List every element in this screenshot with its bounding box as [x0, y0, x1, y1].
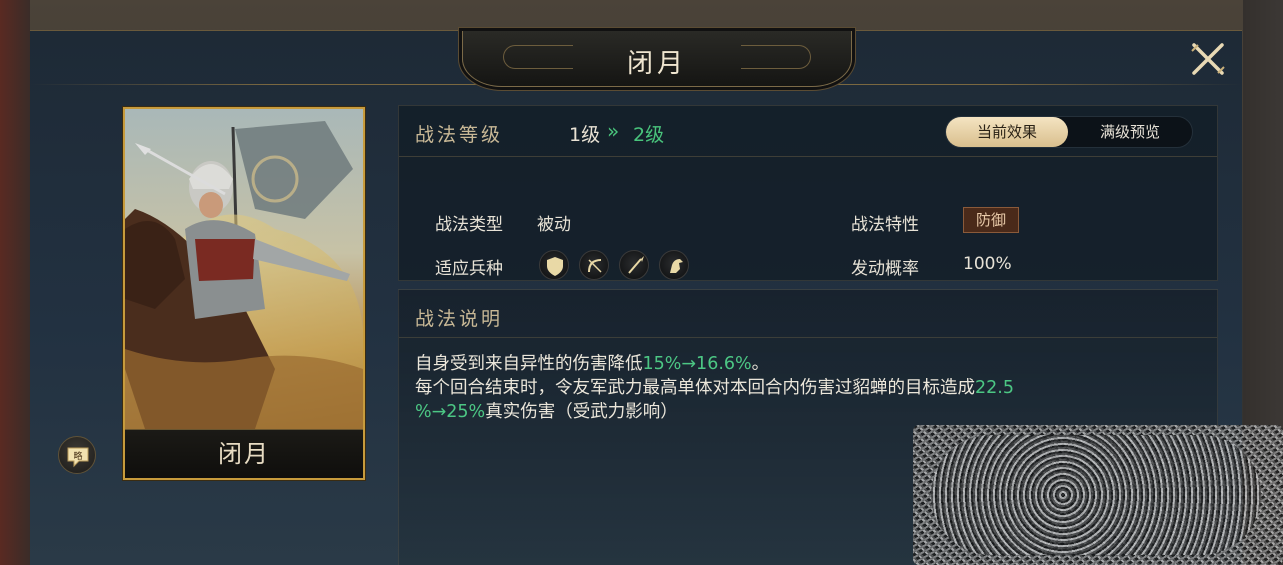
description-text: 自身受到来自异性的伤害降低15%→16.6%。 每个回合结束时，令友军武力最高单… — [415, 352, 1185, 424]
unit-types-label: 适应兵种 — [435, 259, 503, 279]
tab-current-effect[interactable]: 当前效果 — [946, 117, 1068, 147]
page-title: 闭月 — [626, 49, 687, 79]
skill-trait-label: 战法特性 — [851, 215, 919, 235]
effect-toggle: 当前效果 满级预览 — [945, 116, 1193, 148]
card-name: 闭月 — [125, 429, 363, 478]
side-badge-text: 略 — [73, 450, 82, 462]
description-line-1: 自身受到来自异性的伤害降低15%→16.6%。 — [415, 352, 1185, 376]
trigger-chance-label: 发动概率 — [851, 259, 919, 279]
general-portrait — [125, 109, 363, 429]
general-card[interactable]: 闭月 — [123, 107, 365, 480]
description-line-3: %→25%真实伤害（受武力影响） — [415, 400, 1185, 424]
desc-line1-value: 15%→16.6% — [642, 354, 752, 374]
level-arrow-icon: » — [607, 119, 619, 143]
description-title: 战法说明 — [415, 308, 504, 330]
skill-info-box: 战法等级 1级 » 2级 当前效果 满级预览 战法类型 被动 战法特性 防御 适… — [398, 105, 1218, 281]
shield-icon — [539, 250, 569, 280]
desc-line1-text: 自身受到来自异性的伤害降低 — [415, 354, 643, 374]
level-next: 2级 — [633, 124, 665, 146]
skill-type-label: 战法类型 — [435, 215, 503, 235]
tab-max-level-preview[interactable]: 满级预览 — [1068, 117, 1192, 147]
level-current: 1级 — [569, 124, 601, 146]
description-divider — [399, 337, 1217, 338]
bow-icon — [579, 250, 609, 280]
desc-line3-text: 真实伤害（受武力影响） — [485, 402, 678, 422]
speech-bubble-icon: 略 — [67, 447, 89, 468]
title-plate: 闭月 — [462, 31, 852, 87]
desc-line2-value: 22.5 — [975, 378, 1014, 398]
obscured-watermark — [931, 435, 1261, 555]
desc-line2-text: 每个回合结束时，令友军武力最高单体对本回合内伤害过貂蝉的目标造成 — [415, 378, 975, 398]
close-icon — [1191, 43, 1225, 75]
close-button[interactable] — [1188, 39, 1228, 79]
strategy-badge-button[interactable]: 略 — [58, 436, 96, 474]
skill-level-label: 战法等级 — [415, 124, 504, 146]
desc-line3-value: %→25% — [415, 402, 486, 422]
background-left — [0, 0, 30, 565]
description-line-2: 每个回合结束时，令友军武力最高单体对本回合内伤害过貂蝉的目标造成22.5 — [415, 376, 1185, 400]
skill-trait-tag: 防御 — [963, 207, 1019, 233]
desc-line1-end: 。 — [751, 354, 770, 374]
obscured-area — [913, 425, 1283, 565]
info-divider — [399, 156, 1217, 157]
horse-icon — [659, 250, 689, 280]
spear-icon — [619, 250, 649, 280]
trigger-chance-value: 100% — [963, 254, 1012, 274]
skill-type-value: 被动 — [537, 215, 571, 235]
